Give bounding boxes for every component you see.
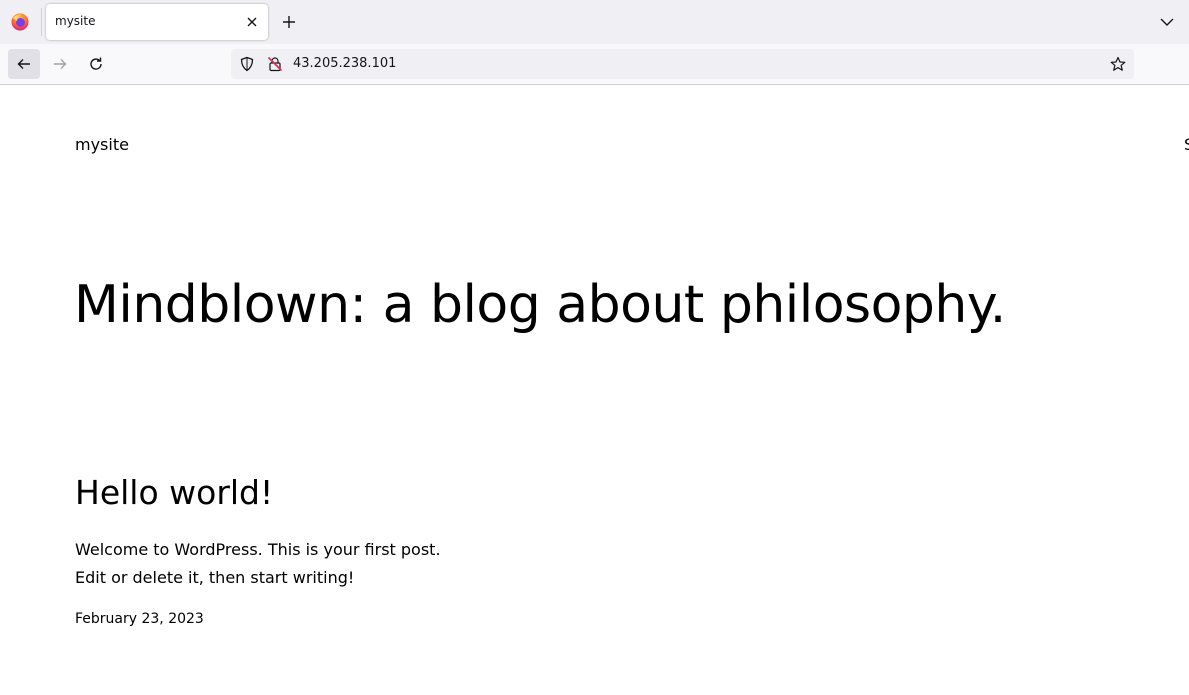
forward-button[interactable]	[44, 49, 76, 79]
back-button[interactable]	[8, 49, 40, 79]
star-icon[interactable]	[1110, 56, 1126, 72]
chevron-down-icon[interactable]	[1158, 13, 1176, 31]
tab-separator	[41, 8, 42, 36]
page-content: mysite S Mindblown: a blog about philoso…	[0, 85, 1189, 695]
site-title-link[interactable]: mysite	[75, 135, 129, 154]
site-navigation-partial[interactable]: S	[1184, 135, 1189, 154]
firefox-logo-icon[interactable]	[10, 12, 30, 32]
reload-icon	[90, 57, 102, 70]
arrow-right-icon	[54, 59, 67, 69]
url-bar[interactable]: 43.205.238.101	[231, 49, 1134, 79]
tab-mysite[interactable]: mysite	[46, 4, 268, 40]
post-title-link[interactable]: Hello world!	[75, 473, 273, 512]
post-excerpt: Welcome to WordPress. This is your first…	[75, 540, 441, 587]
tab-strip: mysite	[0, 0, 1189, 44]
navigation-bar: 43.205.238.101	[0, 44, 1189, 85]
insecure-lock-icon[interactable]	[267, 56, 283, 72]
plus-icon[interactable]	[280, 13, 298, 31]
browser-window: mysite 43.205.238.101 mysite Mindblown: …	[0, 0, 1189, 695]
arrow-left-icon	[17, 59, 30, 69]
page-headline: Mindblown: a blog about philosophy.	[74, 275, 1006, 335]
shield-icon[interactable]	[239, 56, 255, 72]
url-text[interactable]: 43.205.238.101	[293, 56, 396, 71]
reload-button[interactable]	[80, 49, 112, 79]
post-date[interactable]: February 23, 2023	[75, 611, 204, 627]
tab-title: mysite	[55, 14, 96, 28]
close-icon[interactable]	[244, 14, 260, 30]
